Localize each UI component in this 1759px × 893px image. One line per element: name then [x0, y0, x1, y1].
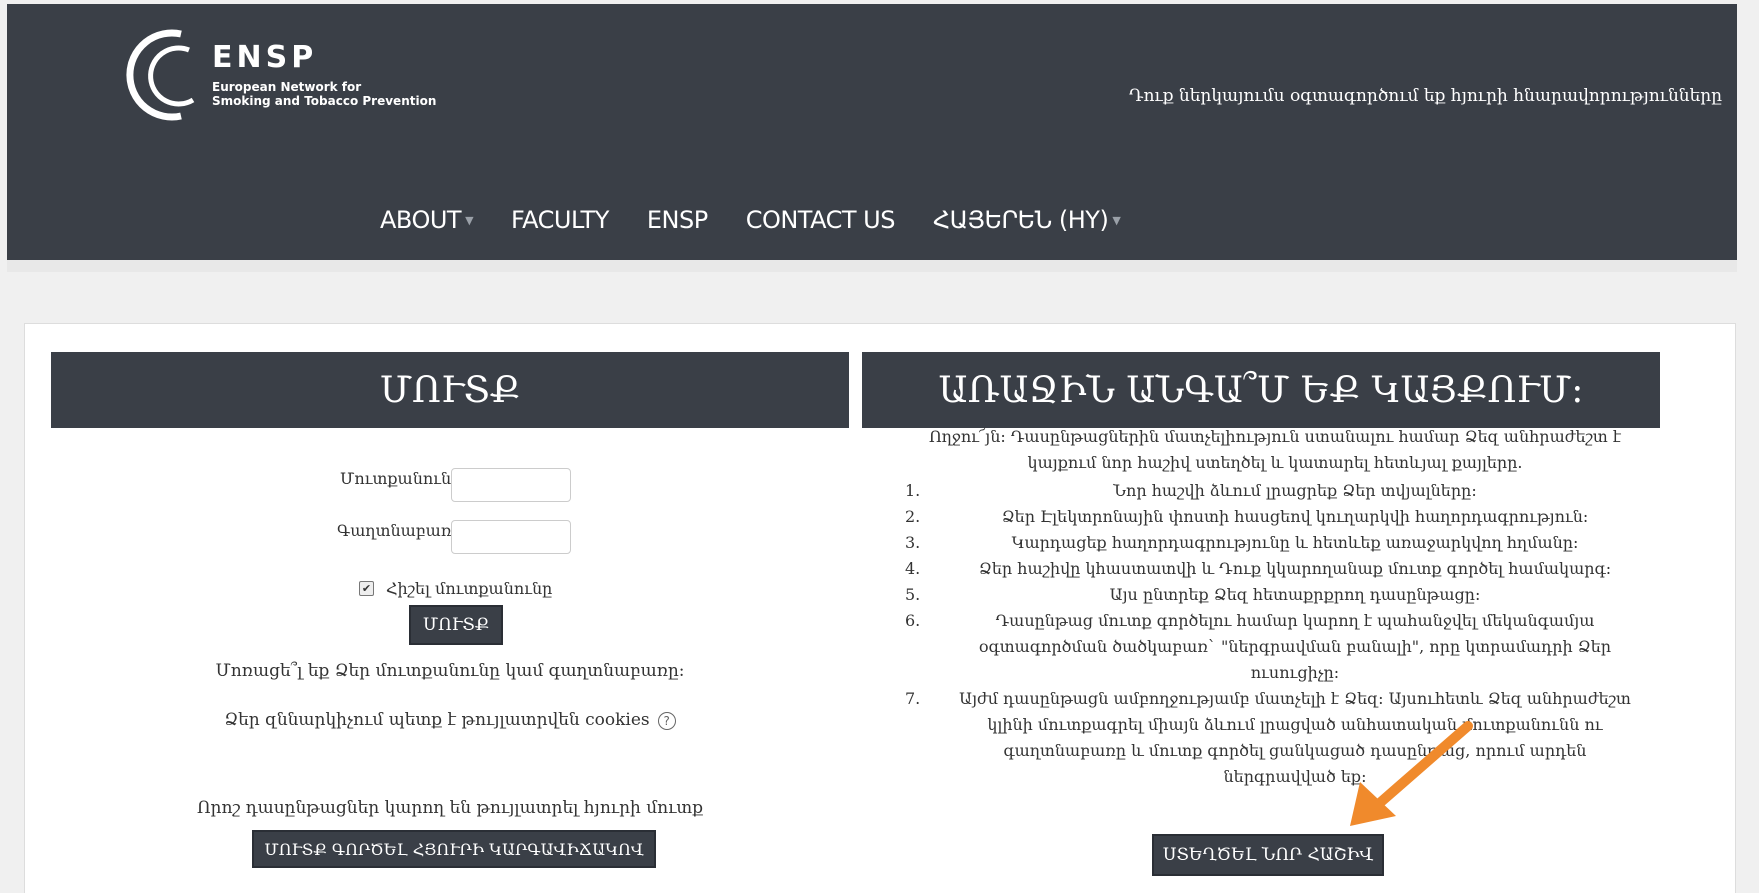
main-nav: ABOUT ▼ FACULTY ENSP CONTACT US ՀԱՅԵՐԵՆ … [380, 200, 1158, 240]
ensp-logo-mark [126, 29, 195, 121]
guest-access-text: Որոշ դասընթացներ կարող են թույլատրել հյո… [196, 798, 704, 818]
header-divider [7, 260, 1737, 272]
cookies-notice: Ձեր զննարկիչում պետք է թույլատրվեն cooki… [51, 710, 849, 730]
logo-subtitle: European Network for Smoking and Tobacco… [212, 80, 436, 108]
cookies-notice-text: Ձեր զննարկիչում պետք է թույլատրվեն cooki… [224, 710, 650, 730]
annotation-arrow-icon [1350, 721, 1473, 826]
chevron-down-icon: ▼ [465, 213, 474, 227]
signup-step: 5. Այս ընտրեք Ձեզ հետաքրքրող դասընթացը: [905, 585, 1481, 604]
nav-contact-us[interactable]: CONTACT US [746, 206, 896, 234]
signup-panel-title: ԱՌԱՋԻՆ ԱՆԳԱ՞Մ ԵՔ ԿԱՅՔՈՒՄ: [862, 352, 1660, 428]
guest-access-notice: Դուք ներկայումս օգտագործում եք հյուրի հն… [1129, 86, 1722, 106]
remember-username-label: Հիշել մուտքանունը [386, 579, 553, 598]
login-button[interactable]: ՄՈՒՏՔ [409, 605, 503, 645]
nav-ensp[interactable]: ENSP [647, 206, 708, 234]
password-label: Գաղտնաբառ [337, 521, 452, 540]
logo-subtitle-line-2: Smoking and Tobacco Prevention [212, 94, 437, 108]
remember-username-row: ✔ Հիշել մուտքանունը [359, 579, 552, 598]
signup-intro: Ողջու՜յն: Դասընթացներին մատչելիություն ս… [905, 424, 1645, 476]
signup-step: 4. Ձեր հաշիվը կհաստատվի և Դուք կկարողանաք… [905, 559, 1612, 578]
forgot-credentials-link[interactable]: Մոռացե՞լ եք Ձեր մուտքանունը կամ գաղտնաբա… [51, 661, 849, 681]
signup-step: 6. Դասընթաց մուտք գործելու համար կարող է … [905, 611, 1612, 682]
logo-title: ENSP [212, 40, 318, 75]
signup-step: 7. Այժմ դասընթացն ամբողջությամբ մատչելի է… [905, 689, 1631, 786]
username-input[interactable] [451, 468, 571, 502]
create-account-button[interactable]: ՍՏԵՂԾԵԼ ՆՈՐ ՀԱՇԻՎ [1152, 834, 1384, 876]
nav-about-label: ABOUT [380, 206, 462, 234]
nav-faculty[interactable]: FACULTY [511, 206, 609, 234]
nav-about[interactable]: ABOUT ▼ [380, 206, 474, 234]
signup-intro-line-2: կայքում նոր հաշիվ ստեղծել և կատարել հետև… [1027, 453, 1523, 472]
remember-username-checkbox[interactable]: ✔ [359, 581, 374, 596]
nav-language-label: ՀԱՅԵՐԵՆ (HY) [932, 206, 1109, 234]
ensp-logo[interactable]: ENSP European Network for Smoking and To… [119, 24, 439, 124]
signup-step: 3. Կարդացեք հաղորդագրությունը և հետևեք առ… [905, 533, 1579, 552]
help-icon[interactable]: ? [657, 711, 676, 730]
logo-subtitle-line-1: European Network for [212, 80, 362, 94]
username-label: Մուտքանուն [340, 469, 452, 488]
guest-login-button[interactable]: ՄՈՒՏՔ ԳՈՐԾԵԼ ՀՅՈՒՐԻ ԿԱՐԳԱՎԻՃԱԿՈՎ [252, 830, 656, 868]
login-panel-title: ՄՈՒՏՔ [51, 352, 849, 428]
chevron-down-icon: ▼ [1112, 213, 1121, 227]
signup-step: 1. Նոր հաշվի ձևում լրացրեք Ձեր տվյալները: [905, 481, 1477, 500]
signup-intro-line-1: Ողջու՜յն: Դասընթացներին մատչելիություն ս… [928, 427, 1622, 446]
password-input[interactable] [451, 520, 571, 554]
signup-step: 2. Ձեր Էլեկտրոնային փոստի հասցեով կուղարկ… [905, 507, 1589, 526]
nav-language[interactable]: ՀԱՅԵՐԵՆ (HY) ▼ [932, 206, 1121, 234]
signup-steps-list: 1. Նոր հաշվի ձևում լրացրեք Ձեր տվյալները:… [905, 478, 1645, 790]
